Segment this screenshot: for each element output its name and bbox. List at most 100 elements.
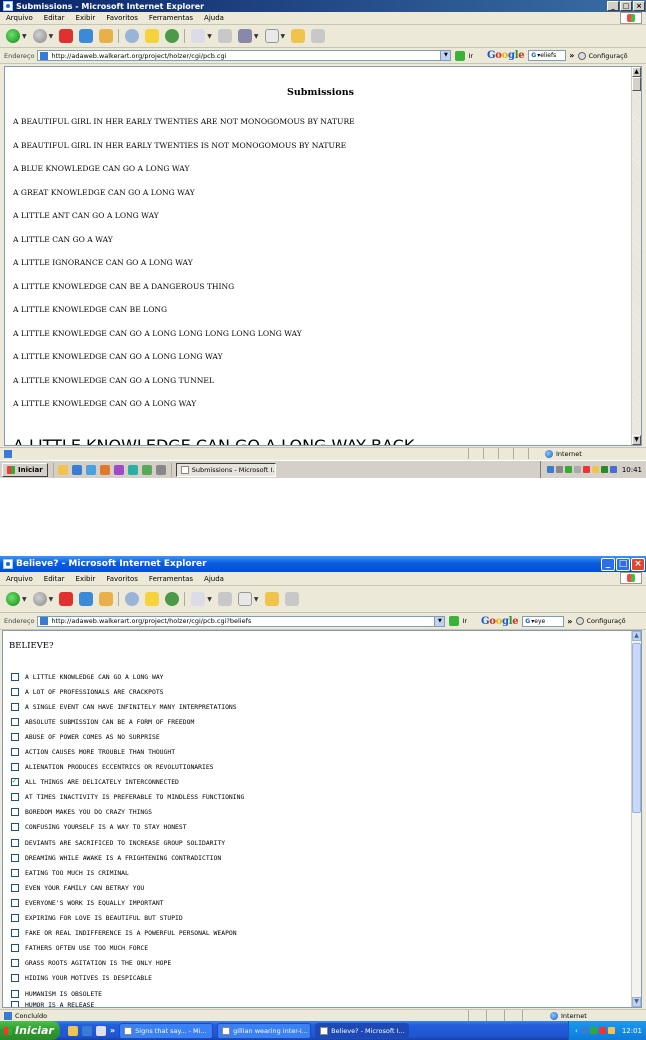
taskbar-item-signs[interactable]: Signs that say... - Mi... (119, 1022, 214, 1039)
minimize-button[interactable]: _ (601, 557, 615, 571)
belief-checkbox[interactable] (11, 989, 19, 998)
scroll-thumb[interactable] (632, 643, 641, 813)
antivirus-tray-icon[interactable] (582, 466, 590, 473)
menu-ajuda[interactable]: Ajuda (204, 14, 224, 22)
antivirus-tray-icon[interactable] (598, 1027, 606, 1034)
print-icon[interactable] (217, 592, 232, 606)
mail-dropdown-icon[interactable]: ▼ (207, 33, 212, 40)
belief-checkbox[interactable] (11, 748, 19, 757)
belief-checkbox[interactable] (11, 838, 19, 847)
belief-checkbox[interactable] (11, 853, 19, 862)
maximize-button[interactable]: □ (620, 1, 632, 11)
folder-icon[interactable] (264, 592, 279, 606)
edit-icon[interactable] (264, 29, 279, 43)
belief-checkbox[interactable] (11, 793, 19, 802)
clock[interactable]: 10:41 (622, 466, 642, 474)
quicklaunch-ie-icon[interactable] (71, 464, 82, 475)
print-icon[interactable] (217, 29, 232, 43)
refresh-icon[interactable] (79, 29, 94, 43)
home-icon[interactable] (99, 29, 114, 43)
address-input[interactable]: http://adaweb.walkerart.org/project/holz… (37, 50, 452, 61)
quicklaunch-network-icon[interactable] (127, 464, 138, 475)
back-dropdown-icon[interactable]: ▼ (22, 33, 27, 40)
belief-checkbox[interactable] (11, 732, 19, 741)
menu-ferramentas[interactable]: Ferramentas (149, 14, 193, 22)
scroll-up-icon[interactable]: ▲ (632, 631, 641, 641)
app-tray-icon[interactable] (600, 466, 608, 473)
quicklaunch-chevron-icon[interactable]: » (110, 1026, 115, 1035)
menu-editar[interactable]: Editar (44, 575, 65, 583)
close-button[interactable]: × (631, 557, 645, 571)
menu-favoritos[interactable]: Favoritos (106, 575, 138, 583)
network-tray-icon[interactable] (546, 466, 554, 473)
taskbar-item-believe[interactable]: Believe? - Microsoft I... (315, 1022, 410, 1039)
scroll-down-icon[interactable]: ▼ (632, 435, 641, 445)
stop-icon[interactable] (59, 592, 74, 606)
edit-dropdown-icon[interactable]: ▼ (281, 33, 286, 40)
checkbox[interactable] (11, 1001, 19, 1007)
edit-icon[interactable] (237, 592, 252, 606)
scroll-thumb[interactable] (632, 77, 641, 91)
toolbar-chevron-icon[interactable]: » (567, 617, 572, 626)
research-icon[interactable] (284, 592, 299, 606)
back-icon[interactable] (6, 592, 20, 606)
menu-arquivo[interactable]: Arquivo (6, 14, 33, 22)
scroll-down-icon[interactable]: ▼ (632, 997, 641, 1007)
forward-icon[interactable] (32, 592, 47, 606)
quicklaunch-outlook-icon[interactable] (85, 464, 96, 475)
belief-checkbox[interactable] (11, 898, 19, 907)
messenger-tray-icon[interactable] (607, 1027, 615, 1034)
quicklaunch-messenger-icon[interactable] (141, 464, 152, 475)
belief-checkbox[interactable] (11, 823, 19, 832)
belief-checkbox[interactable] (11, 672, 19, 681)
refresh-icon[interactable] (79, 592, 94, 606)
messenger-icon[interactable] (237, 29, 252, 43)
update-tray-icon[interactable] (573, 466, 581, 473)
forward-icon[interactable] (32, 29, 47, 43)
address-dropdown-icon[interactable]: ▼ (440, 51, 451, 60)
go-button[interactable]: Ir (468, 52, 473, 60)
belief-checkbox[interactable] (11, 776, 19, 787)
search-icon[interactable] (125, 592, 140, 606)
volume-tray-icon[interactable] (555, 466, 563, 473)
forward-dropdown-icon[interactable]: ▼ (49, 596, 54, 603)
mail-icon[interactable] (191, 592, 206, 606)
config-button[interactable]: Configuraçõ (578, 51, 628, 60)
security-tray-icon[interactable] (564, 466, 572, 473)
google-search-input[interactable]: G ▾ eye (522, 615, 565, 627)
belief-checkbox[interactable] (11, 808, 19, 817)
security-tray-icon[interactable] (589, 1027, 597, 1034)
close-button[interactable]: × (633, 1, 645, 11)
messenger-tray-icon[interactable] (591, 466, 599, 473)
google-search-input[interactable]: G ▾ eliefs (528, 50, 567, 61)
toolbar-chevron-icon[interactable]: » (569, 51, 574, 60)
belief-checkbox[interactable] (11, 883, 19, 892)
belief-checkbox[interactable] (11, 763, 19, 772)
clock[interactable]: 12:01 (622, 1027, 642, 1035)
go-button[interactable]: Ir (462, 617, 467, 625)
menu-ferramentas[interactable]: Ferramentas (149, 575, 193, 583)
maximize-button[interactable]: □ (616, 557, 630, 571)
back-icon[interactable] (6, 29, 20, 43)
network-tray-icon[interactable] (580, 1027, 588, 1034)
taskbar-item-submissions[interactable]: Submissions - Microsoft I... (175, 462, 276, 477)
history-icon[interactable] (165, 592, 180, 606)
research-icon[interactable] (311, 29, 326, 43)
history-icon[interactable] (165, 29, 180, 43)
quicklaunch-folder-icon[interactable] (57, 464, 68, 475)
mail-dropdown-icon[interactable]: ▼ (207, 596, 212, 603)
belief-checkbox[interactable] (11, 702, 19, 711)
stop-icon[interactable] (59, 29, 74, 43)
menu-exibir[interactable]: Exibir (76, 575, 96, 583)
favorites-star-icon[interactable] (145, 29, 160, 43)
vertical-scrollbar[interactable]: ▲ ▼ (631, 631, 641, 1007)
menu-ajuda[interactable]: Ajuda (204, 575, 224, 583)
edit-dropdown-icon[interactable]: ▼ (254, 596, 259, 603)
go-arrow-icon[interactable] (455, 50, 466, 61)
belief-checkbox[interactable] (11, 959, 19, 968)
config-button[interactable]: Configuraçõ (576, 617, 626, 625)
forward-dropdown-icon[interactable]: ▼ (49, 33, 54, 40)
quicklaunch-desktop-icon[interactable] (155, 464, 166, 475)
home-icon[interactable] (99, 592, 114, 606)
quicklaunch-app-icon[interactable] (113, 464, 124, 475)
